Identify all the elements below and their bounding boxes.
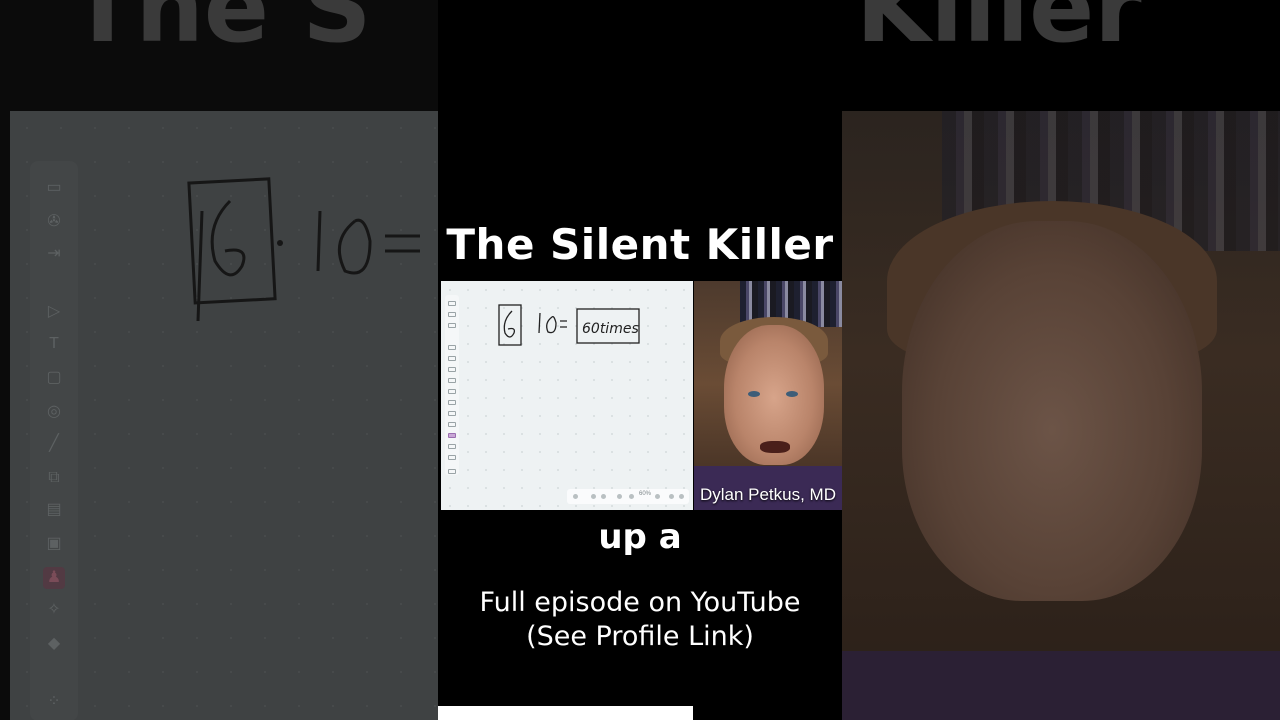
svg-text:60times: 60times [582, 321, 639, 337]
video-title: The Silent Killer [446, 220, 834, 269]
subtitle-caption: up a [598, 517, 682, 557]
text-icon: T [49, 335, 59, 352]
diamond-icon [448, 455, 456, 460]
video-progress-bar[interactable] [438, 706, 842, 720]
redo-icon [601, 494, 606, 499]
background-webcam [842, 111, 1280, 720]
apps-icon: ⁘ [47, 693, 61, 710]
copy-icon [448, 400, 456, 405]
pin-icon: ✇ [47, 213, 61, 230]
select-arrow-icon: ▷ [47, 303, 61, 320]
layout-icon [448, 301, 456, 306]
speaker-name-label: Dylan Petkus, MD [699, 485, 836, 504]
line-icon: ╱ [49, 435, 59, 452]
background-ghost-title: The S [70, 0, 372, 64]
background-right-panel: Killer [842, 0, 1280, 720]
fullscreen-icon [669, 494, 674, 499]
background-toolbar: ▭ ✇ ⇥ ▷ T ▢ ◎ ╱ ⧉ ▤ ▣ ♟ ✧ ◆ ⁘ [30, 161, 78, 720]
zoom-level: 60% [639, 491, 652, 497]
image-icon: ▣ [46, 535, 62, 552]
frame-icon: ▢ [46, 369, 62, 386]
pen-icon [448, 433, 456, 438]
image-icon [448, 422, 456, 427]
copy-icon: ⧉ [48, 469, 60, 486]
whiteboard-bottom-toolbar [567, 489, 689, 504]
shapes-icon: ◎ [47, 403, 61, 420]
layout-icon: ▭ [46, 179, 62, 196]
speaker-eye [786, 391, 798, 397]
background-ghost-title-right: Killer [856, 0, 1142, 64]
background-ink-scrawl [187, 177, 420, 321]
login-icon [448, 323, 456, 328]
frame-icon [448, 367, 456, 372]
apps-icon [448, 469, 456, 474]
video-frame[interactable]: The Silent Killer 60times 60% Dylan Petk… [438, 0, 842, 720]
undo-icon [591, 494, 596, 499]
pen-icon: ♟ [43, 567, 65, 589]
speaker-mouth [760, 441, 790, 453]
magic-icon: ✧ [47, 601, 61, 618]
background-left-panel: The S ▭ ✇ ⇥ ▷ T ▢ ◎ ╱ ⧉ ▤ ▣ ♟ ✧ ◆ ⁘ [0, 0, 438, 720]
whiteboard-ink: 60times [498, 304, 640, 346]
comment-icon [448, 411, 456, 416]
magic-icon [448, 444, 456, 449]
comment-icon: ▤ [46, 501, 62, 518]
zoom-in-icon [655, 494, 660, 499]
pin-icon [448, 312, 456, 317]
help-icon [679, 494, 684, 499]
shapes-icon [448, 378, 456, 383]
login-icon: ⇥ [47, 245, 61, 262]
zoom-out-icon [629, 494, 634, 499]
select-arrow-icon [448, 345, 456, 350]
promo-line-1: Full episode on YouTube [479, 587, 801, 618]
whiteboard-canvas: 60times 60% [441, 281, 693, 510]
promo-text: Full episode on YouTube (See Profile Lin… [438, 586, 842, 654]
diamond-icon: ◆ [47, 635, 61, 652]
speaker-eye [748, 391, 760, 397]
speaker-webcam: Dylan Petkus, MD [694, 281, 842, 510]
background-whiteboard: ▭ ✇ ⇥ ▷ T ▢ ◎ ╱ ⧉ ▤ ▣ ♟ ✧ ◆ ⁘ [10, 111, 438, 720]
text-icon [448, 356, 456, 361]
whiteboard-toolbar [445, 295, 459, 475]
promo-line-2: (See Profile Link) [526, 621, 754, 652]
line-icon [448, 389, 456, 394]
toolbar-dot [573, 494, 578, 499]
settings-icon [617, 494, 622, 499]
video-progress-fill [438, 706, 693, 720]
screen-recording: 60times 60% Dylan Petkus, MD [441, 281, 842, 510]
